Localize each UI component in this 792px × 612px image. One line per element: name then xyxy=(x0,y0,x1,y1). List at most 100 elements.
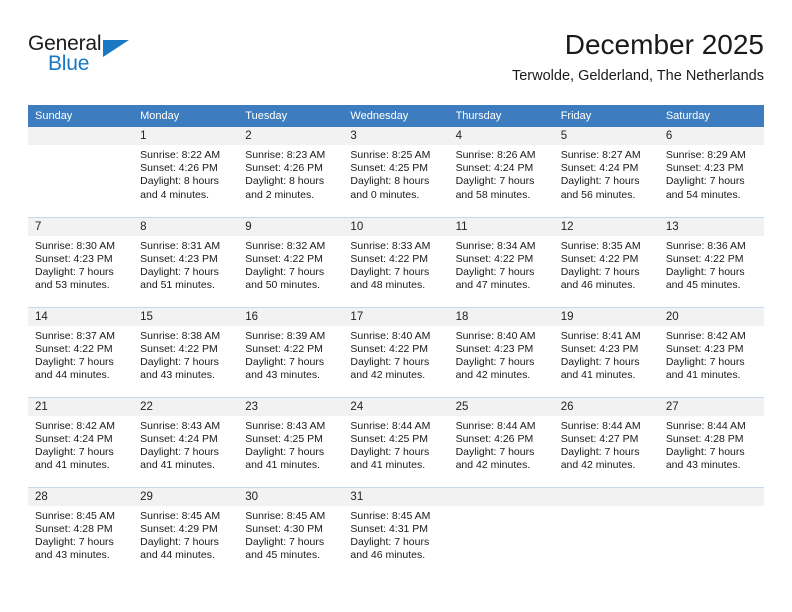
sunrise-text: Sunrise: 8:44 AM xyxy=(665,419,746,432)
calendar-day-cell[interactable]: 5 Sunrise: 8:27 AM Sunset: 4:24 PM Daylight… xyxy=(553,127,659,217)
sunset-text: Sunset: 4:23 PM xyxy=(35,252,113,265)
daylight-text-line1: Daylight: 7 hours xyxy=(665,265,745,278)
day-number xyxy=(28,127,134,145)
sunrise-text: Sunrise: 8:42 AM xyxy=(35,419,115,432)
sunset-text: Sunset: 4:26 PM xyxy=(245,162,323,175)
sunset-text: Sunset: 4:22 PM xyxy=(140,342,218,355)
daylight-text-line2: and 56 minutes. xyxy=(560,188,636,201)
calendar-day-cell[interactable]: 13 Sunrise: 8:36 AM Sunset: 4:22 PM Dayligh… xyxy=(658,216,764,307)
calendar-day-cell[interactable]: 30 Sunrise: 8:45 AM Sunset: 4:30 PM Dayligh… xyxy=(238,486,344,577)
calendar-day-cell[interactable]: 9 Sunrise: 8:32 AM Sunset: 4:22 PM Daylight… xyxy=(238,216,344,307)
calendar-day-cell[interactable]: 27 Sunrise: 8:44 AM Sunset: 4:28 PM Dayligh… xyxy=(658,396,764,487)
calendar-week-row: 28 Sunrise: 8:45 AM Sunset: 4:28 PM Dayligh… xyxy=(28,486,764,577)
calendar-day-cell[interactable]: 14 Sunrise: 8:37 AM Sunset: 4:22 PM Dayligh… xyxy=(28,306,134,397)
day-details: Sunrise: 8:22 AM Sunset: 4:26 PM Daylight:… xyxy=(133,145,238,202)
daylight-text-line2: and 46 minutes. xyxy=(560,279,636,292)
sunset-text: Sunset: 4:23 PM xyxy=(455,342,534,355)
daylight-text-line1: Daylight: 7 hours xyxy=(455,175,535,188)
daylight-text-line1: Daylight: 7 hours xyxy=(350,355,430,368)
calendar-day-cell[interactable]: 23 Sunrise: 8:43 AM Sunset: 4:25 PM Dayligh… xyxy=(238,396,344,487)
daylight-text-line1: Daylight: 7 hours xyxy=(35,535,114,548)
calendar-week-row: 14 Sunrise: 8:37 AM Sunset: 4:22 PM Dayligh… xyxy=(28,306,764,397)
calendar-day-cell[interactable]: 28 Sunrise: 8:45 AM Sunset: 4:28 PM Dayligh… xyxy=(28,486,134,577)
day-details: Sunrise: 8:40 AM Sunset: 4:22 PM Daylight:… xyxy=(343,326,448,383)
sunrise-text: Sunrise: 8:45 AM xyxy=(350,509,431,522)
sunrise-text: Sunrise: 8:39 AM xyxy=(245,329,326,342)
day-number: 16 xyxy=(238,307,344,326)
day-number: 5 xyxy=(553,127,659,145)
calendar-day-cell[interactable]: 3 Sunrise: 8:25 AM Sunset: 4:25 PM Daylight… xyxy=(343,127,449,217)
daylight-text-line1: Daylight: 7 hours xyxy=(455,445,535,458)
daylight-text-line2: and 45 minutes. xyxy=(665,279,741,292)
day-number: 17 xyxy=(343,307,449,326)
daylight-text-line2: and 58 minutes. xyxy=(455,188,531,201)
sunrise-text: Sunrise: 8:36 AM xyxy=(665,239,746,252)
day-details: Sunrise: 8:45 AM Sunset: 4:29 PM Daylight:… xyxy=(133,506,238,563)
sunrise-text: Sunrise: 8:38 AM xyxy=(140,329,221,342)
sunrise-text: Sunrise: 8:22 AM xyxy=(140,149,221,161)
day-details: Sunrise: 8:44 AM Sunset: 4:27 PM Daylight:… xyxy=(554,416,659,473)
calendar-day-cell[interactable]: 4 Sunrise: 8:26 AM Sunset: 4:24 PM Daylight… xyxy=(448,127,554,217)
calendar-day-cell[interactable]: 6 Sunrise: 8:29 AM Sunset: 4:23 PM Daylight… xyxy=(658,127,764,217)
daylight-text-line1: Daylight: 7 hours xyxy=(665,355,745,368)
sunset-text: Sunset: 4:23 PM xyxy=(140,252,218,265)
day-details: Sunrise: 8:31 AM Sunset: 4:23 PM Daylight:… xyxy=(133,236,238,293)
sunrise-text: Sunrise: 8:32 AM xyxy=(245,239,326,252)
sunrise-text: Sunrise: 8:33 AM xyxy=(350,239,431,252)
calendar-day-cell[interactable]: 11 Sunrise: 8:34 AM Sunset: 4:22 PM Dayligh… xyxy=(448,216,554,307)
weekday-header-wednesday: Wednesday xyxy=(343,105,449,127)
sunset-text: Sunset: 4:29 PM xyxy=(140,522,218,535)
calendar-day-cell[interactable]: 2 Sunrise: 8:23 AM Sunset: 4:26 PM Daylight… xyxy=(238,127,344,217)
daylight-text-line2: and 41 minutes. xyxy=(35,459,110,472)
sunrise-text: Sunrise: 8:42 AM xyxy=(665,329,746,342)
calendar-day-cell[interactable]: 10 Sunrise: 8:33 AM Sunset: 4:22 PM Dayligh… xyxy=(343,216,449,307)
calendar-day-cell[interactable]: 17 Sunrise: 8:40 AM Sunset: 4:22 PM Dayligh… xyxy=(343,306,449,397)
day-details: Sunrise: 8:30 AM Sunset: 4:23 PM Daylight:… xyxy=(28,236,133,293)
calendar-day-cell[interactable]: 20 Sunrise: 8:42 AM Sunset: 4:23 PM Dayligh… xyxy=(658,306,764,397)
day-number: 8 xyxy=(133,217,239,236)
weekday-header-tuesday: Tuesday xyxy=(238,105,344,127)
calendar-day-cell[interactable]: 19 Sunrise: 8:41 AM Sunset: 4:23 PM Dayligh… xyxy=(553,306,659,397)
daylight-text-line1: Daylight: 7 hours xyxy=(245,355,325,368)
daylight-text-line2: and 51 minutes. xyxy=(140,279,215,292)
day-details: Sunrise: 8:32 AM Sunset: 4:22 PM Daylight:… xyxy=(238,236,343,293)
calendar-week-row: 21 Sunrise: 8:42 AM Sunset: 4:24 PM Dayligh… xyxy=(28,396,764,487)
day-number xyxy=(658,487,764,506)
sunrise-text: Sunrise: 8:44 AM xyxy=(560,419,641,432)
calendar-day-cell[interactable]: 1 Sunrise: 8:22 AM Sunset: 4:26 PM Daylight… xyxy=(133,127,239,217)
sunrise-text: Sunrise: 8:23 AM xyxy=(245,149,326,161)
day-number: 26 xyxy=(553,397,659,416)
day-number: 4 xyxy=(448,127,554,145)
calendar-day-cell[interactable]: 26 Sunrise: 8:44 AM Sunset: 4:27 PM Dayligh… xyxy=(553,396,659,487)
general-blue-logo: General Blue xyxy=(28,32,148,80)
daylight-text-line1: Daylight: 7 hours xyxy=(140,445,219,458)
day-details: Sunrise: 8:36 AM Sunset: 4:22 PM Daylight:… xyxy=(659,236,764,293)
daylight-text-line1: Daylight: 7 hours xyxy=(665,445,745,458)
weekday-header-sunday: Sunday xyxy=(28,105,134,127)
daylight-text-line1: Daylight: 7 hours xyxy=(665,175,745,188)
calendar-day-cell[interactable]: 21 Sunrise: 8:42 AM Sunset: 4:24 PM Dayligh… xyxy=(28,396,134,487)
day-details xyxy=(659,506,764,510)
calendar-day-cell[interactable]: 22 Sunrise: 8:43 AM Sunset: 4:24 PM Dayligh… xyxy=(133,396,239,487)
calendar-day-cell[interactable]: 15 Sunrise: 8:38 AM Sunset: 4:22 PM Dayligh… xyxy=(133,306,239,397)
day-number: 19 xyxy=(553,307,659,326)
calendar-day-cell[interactable]: 29 Sunrise: 8:45 AM Sunset: 4:29 PM Dayligh… xyxy=(133,486,239,577)
day-details: Sunrise: 8:41 AM Sunset: 4:23 PM Daylight:… xyxy=(554,326,659,383)
day-number xyxy=(553,487,659,506)
calendar-day-cell[interactable]: 8 Sunrise: 8:31 AM Sunset: 4:23 PM Daylight… xyxy=(133,216,239,307)
calendar-day-cell[interactable]: 16 Sunrise: 8:39 AM Sunset: 4:22 PM Dayligh… xyxy=(238,306,344,397)
daylight-text-line1: Daylight: 7 hours xyxy=(560,355,640,368)
day-number: 20 xyxy=(658,307,764,326)
calendar-day-cell[interactable]: 24 Sunrise: 8:44 AM Sunset: 4:25 PM Dayligh… xyxy=(343,396,449,487)
daylight-text-line2: and 44 minutes. xyxy=(35,369,110,382)
day-number: 9 xyxy=(238,217,344,236)
calendar-day-cell[interactable]: 12 Sunrise: 8:35 AM Sunset: 4:22 PM Dayligh… xyxy=(553,216,659,307)
calendar-day-cell[interactable]: 31 Sunrise: 8:45 AM Sunset: 4:31 PM Dayligh… xyxy=(343,486,449,577)
day-details: Sunrise: 8:27 AM Sunset: 4:24 PM Daylight:… xyxy=(554,145,659,202)
calendar-day-cell-empty xyxy=(28,127,134,217)
sunrise-text: Sunrise: 8:30 AM xyxy=(35,239,115,252)
sunset-text: Sunset: 4:23 PM xyxy=(560,342,639,355)
calendar-day-cell[interactable]: 18 Sunrise: 8:40 AM Sunset: 4:23 PM Dayligh… xyxy=(448,306,554,397)
calendar-day-cell[interactable]: 7 Sunrise: 8:30 AM Sunset: 4:23 PM Daylight… xyxy=(28,216,134,307)
calendar-day-cell[interactable]: 25 Sunrise: 8:44 AM Sunset: 4:26 PM Dayligh… xyxy=(448,396,554,487)
